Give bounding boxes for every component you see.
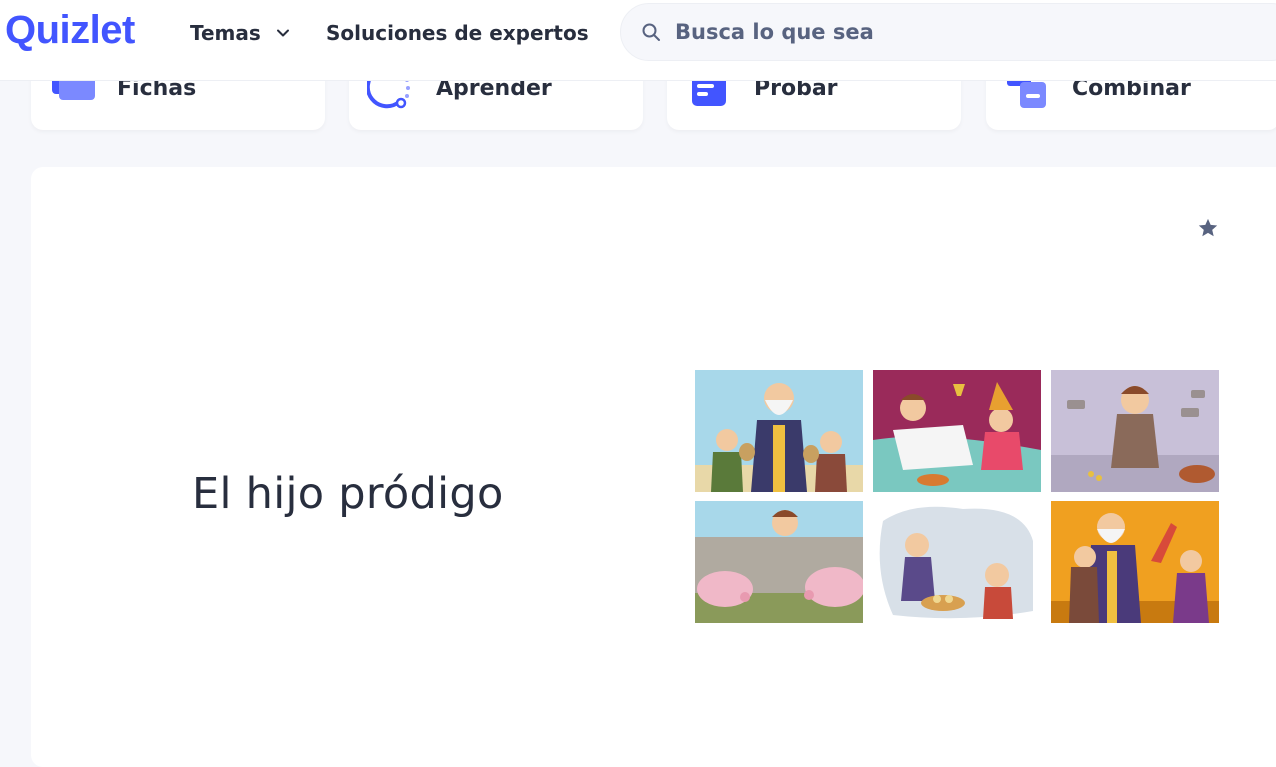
panel-son-with-pigs	[695, 501, 863, 623]
panel-son-feasting	[873, 370, 1041, 492]
search-icon	[642, 23, 660, 41]
set-image-grid	[695, 370, 1220, 623]
quizlet-logo[interactable]: Quizlet	[5, 8, 135, 53]
father-giving-money-illustration	[695, 370, 863, 492]
son-with-pigs-illustration	[695, 501, 863, 623]
son-poor-illustration	[1051, 370, 1219, 492]
son-feasting-illustration	[873, 370, 1041, 492]
father-embracing-son-illustration	[1051, 501, 1219, 623]
panel-son-hungry	[873, 501, 1041, 623]
panel-father-giving-money	[695, 370, 863, 492]
top-header: Quizlet Temas Soluciones de expertos	[0, 0, 1276, 81]
set-preview-card: El hijo pródigo	[31, 167, 1276, 767]
nav-temas-label: Temas	[190, 21, 261, 45]
search-input[interactable]	[675, 20, 1235, 44]
panel-father-embracing-son	[1051, 501, 1219, 623]
nav-soluciones-link[interactable]: Soluciones de expertos	[326, 20, 589, 46]
nav-soluciones-label: Soluciones de expertos	[326, 21, 589, 45]
chevron-down-icon	[276, 29, 289, 37]
panel-son-poor	[1051, 370, 1219, 492]
star-icon[interactable]	[1197, 217, 1219, 239]
set-title: El hijo pródigo	[192, 469, 504, 519]
search-bar[interactable]	[620, 3, 1276, 61]
son-hungry-illustration	[873, 501, 1041, 623]
nav-temas-dropdown[interactable]: Temas	[190, 20, 291, 46]
